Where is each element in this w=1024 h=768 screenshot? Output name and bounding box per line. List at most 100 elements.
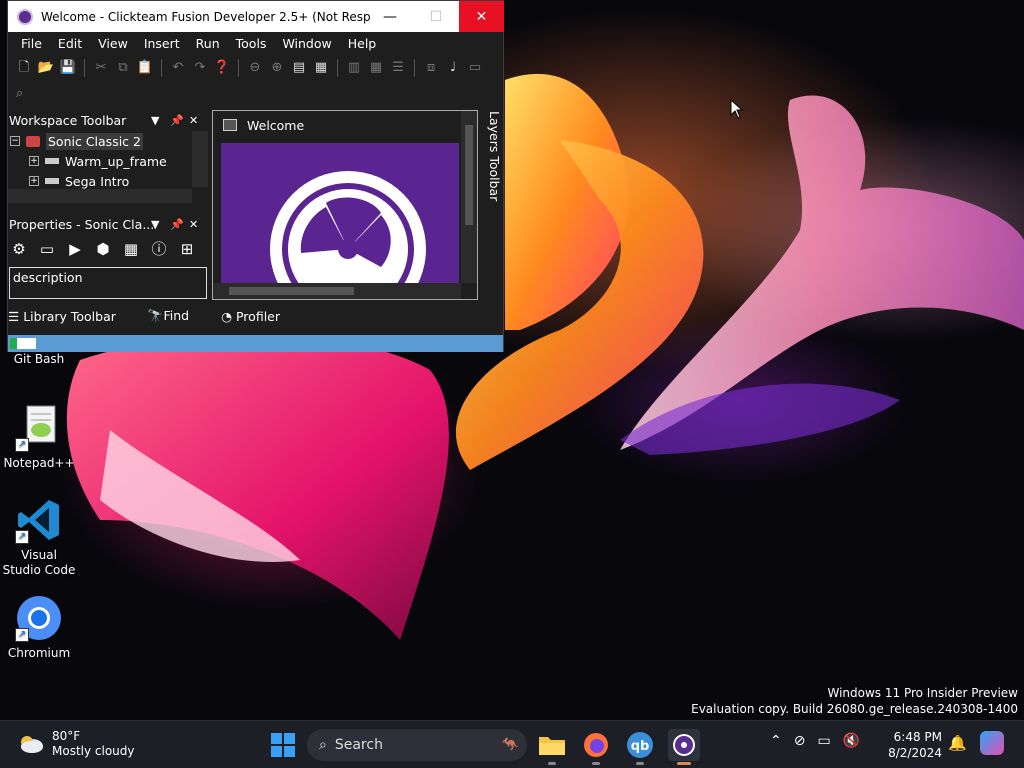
window-titlebar[interactable]: Welcome - Clickteam Fusion Developer 2.5…: [8, 1, 504, 32]
tree-item-warm-up-frame[interactable]: + Warm_up_frame: [8, 151, 208, 171]
desktop-icon-notepadpp[interactable]: ↗ Notepad++: [1, 404, 77, 471]
workspace-header: Workspace Toolbar ▼ 📌 ✕: [8, 109, 208, 131]
events-grid-icon[interactable]: ▦: [120, 238, 142, 260]
clickteam-fusion-window[interactable]: Welcome - Clickteam Fusion Developer 2.5…: [7, 0, 504, 352]
qbittorrent-taskbar-button[interactable]: qb: [624, 729, 656, 765]
tree-item-sonic-classic-2[interactable]: − Sonic Classic 2: [8, 131, 208, 151]
tree-item-label: Sega Intro: [65, 173, 130, 189]
new-file-icon[interactable]: 🗋: [15, 59, 33, 77]
frame-icon: [45, 158, 59, 164]
workspace-horizontal-scrollbar[interactable]: [8, 189, 192, 203]
redo-icon[interactable]: ↷: [191, 59, 209, 77]
help-icon[interactable]: ❓: [213, 59, 231, 77]
layout-icon[interactable]: ⧈: [422, 59, 440, 77]
clock-time: 6:48 PM: [893, 730, 942, 744]
file-explorer-taskbar-button[interactable]: [536, 729, 568, 765]
desktop-icon-vscode[interactable]: ↗ Visual Studio Code: [1, 496, 77, 578]
search-placeholder: Search: [334, 737, 383, 753]
window-display-icon[interactable]: ▭: [36, 238, 58, 260]
folder-icon: [539, 737, 565, 755]
toolbar-separator: [238, 59, 239, 77]
clickteam-taskbar-button[interactable]: [668, 729, 700, 765]
volume-muted-icon[interactable]: 🔇: [843, 733, 860, 749]
pin-icon[interactable]: 📌: [170, 114, 184, 127]
values-abc-icon[interactable]: ⬢: [92, 238, 114, 260]
cut-icon[interactable]: ✂: [92, 59, 110, 77]
menu-view[interactable]: View: [90, 36, 136, 51]
maximize-button[interactable]: ☐: [413, 1, 459, 32]
back-icon[interactable]: ⊖: [246, 59, 264, 77]
close-icon[interactable]: ✕: [189, 218, 198, 231]
paste-icon[interactable]: 📋: [136, 59, 154, 77]
undo-icon[interactable]: ↶: [169, 59, 187, 77]
chevron-down-icon[interactable]: ▼: [151, 114, 159, 127]
document-tab[interactable]: Welcome: [213, 111, 477, 139]
chevron-down-icon[interactable]: ▼: [151, 218, 159, 231]
display-icon[interactable]: ▭: [817, 733, 830, 749]
properties-panel: Properties - Sonic Cla... ▼ 📌 ✕ ⚙ ▭ ▶ ⬢ …: [8, 213, 208, 299]
menu-run[interactable]: Run: [188, 36, 228, 51]
application-icon: [26, 135, 40, 147]
expand-icon[interactable]: +: [29, 176, 39, 186]
save-icon[interactable]: 💾: [59, 59, 77, 77]
layers-toolbar-tab[interactable]: Layers Toolbar: [484, 111, 502, 231]
runtime-play-icon[interactable]: ▶: [64, 238, 86, 260]
expand-icon[interactable]: +: [29, 156, 39, 166]
tree-item-sega-intro[interactable]: + Sega Intro: [8, 171, 208, 191]
forward-icon[interactable]: ⊕: [268, 59, 286, 77]
clock[interactable]: 6:48 PM 8/2/2024: [880, 729, 942, 761]
system-tray: ⌃ ⊘ ▭ 🔇: [770, 733, 860, 749]
find-tab[interactable]: 🔭Find: [148, 308, 205, 324]
align-left-icon[interactable]: ▥: [345, 59, 363, 77]
weather-widget[interactable]: 80°F Mostly cloudy: [18, 729, 135, 759]
menu-file[interactable]: File: [13, 36, 50, 51]
search-icon[interactable]: ⌕: [16, 86, 23, 101]
document-vertical-scrollbar[interactable]: [461, 111, 477, 283]
menu-tools[interactable]: Tools: [228, 36, 275, 51]
comment-icon[interactable]: ▭: [466, 59, 484, 77]
find-tab-label: Find: [163, 308, 190, 323]
menu-insert[interactable]: Insert: [136, 36, 188, 51]
desktop-icon-label: Git Bash: [13, 352, 65, 366]
taskbar-search[interactable]: ⌕ Search 🦘: [307, 729, 527, 761]
desktop-icon-chromium[interactable]: ↗ Chromium: [1, 594, 77, 661]
workspace-vertical-scrollbar[interactable]: [192, 131, 208, 187]
close-button[interactable]: ✕: [459, 1, 504, 32]
network-disconnected-icon[interactable]: ⊘: [794, 733, 806, 749]
pin-icon[interactable]: 📌: [170, 218, 184, 231]
copy-icon[interactable]: ⧉: [114, 59, 132, 77]
grid-view-icon[interactable]: ▦: [312, 59, 330, 77]
menu-help[interactable]: Help: [340, 36, 385, 51]
firefox-icon: [584, 733, 608, 757]
align-lines-icon[interactable]: ☰: [389, 59, 407, 77]
running-indicator: [548, 762, 556, 765]
shortcut-arrow-icon: ↗: [15, 530, 29, 544]
toolbar-separator: [161, 59, 162, 77]
welcome-document: Welcome: [212, 110, 478, 300]
properties-tabs: ⚙ ▭ ▶ ⬢ ▦ ⓘ ⊞: [8, 235, 208, 263]
minimize-button[interactable]: —: [367, 1, 413, 32]
about-info-icon[interactable]: ⓘ: [148, 238, 170, 260]
menu-edit[interactable]: Edit: [50, 36, 90, 51]
document-horizontal-scrollbar[interactable]: [213, 283, 461, 299]
collapse-icon[interactable]: −: [10, 136, 20, 146]
open-folder-icon[interactable]: 📂: [37, 59, 55, 77]
vscode-icon: ↗: [15, 496, 63, 544]
menu-window[interactable]: Window: [274, 36, 339, 51]
welcome-canvas[interactable]: [221, 143, 459, 283]
list-view-icon[interactable]: ▤: [290, 59, 308, 77]
chevron-up-icon[interactable]: ⌃: [770, 733, 782, 749]
library-toolbar-tab[interactable]: ☰ Library Toolbar: [8, 309, 132, 324]
profiler-tab[interactable]: ◔ Profiler: [221, 309, 296, 324]
settings-gear-icon[interactable]: ⚙: [8, 238, 30, 260]
notification-bell-icon[interactable]: 🔔: [948, 734, 967, 752]
scrollbar-thumb[interactable]: [465, 125, 473, 225]
scrollbar-thumb[interactable]: [229, 287, 354, 295]
copilot-icon[interactable]: [980, 731, 1004, 755]
firefox-taskbar-button[interactable]: [580, 729, 612, 765]
windows-icon[interactable]: ⊞: [176, 238, 198, 260]
close-icon[interactable]: ✕: [189, 114, 198, 127]
start-button[interactable]: [270, 732, 296, 758]
music-note-icon[interactable]: ♩: [444, 59, 462, 77]
align-grid-icon[interactable]: ▦: [367, 59, 385, 77]
